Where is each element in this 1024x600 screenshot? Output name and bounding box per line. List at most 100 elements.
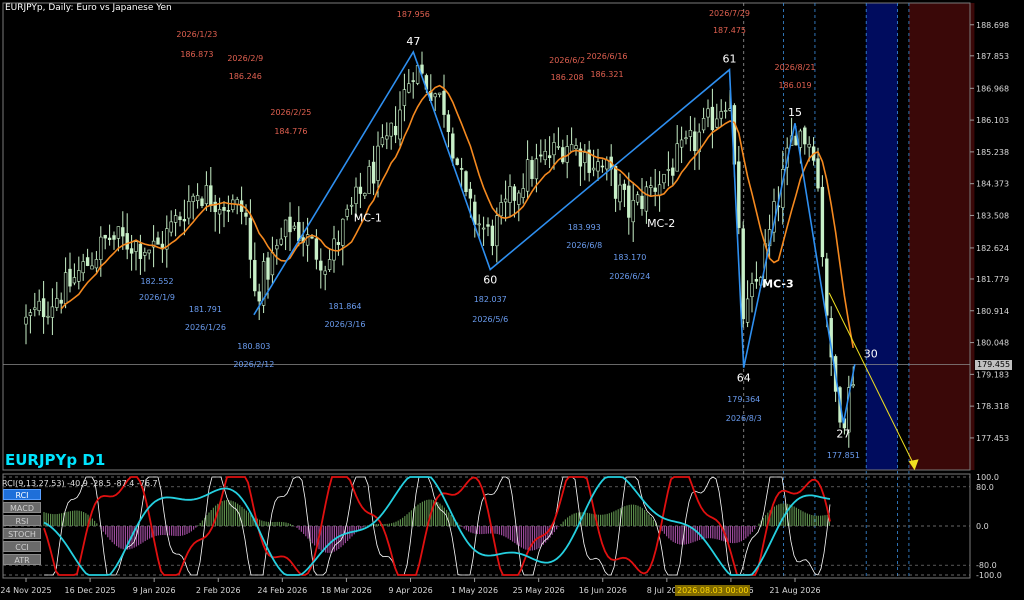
candle-body <box>820 186 825 258</box>
candle-body <box>226 209 231 212</box>
swing-date-label: 2026/6/24 <box>609 272 650 281</box>
candle-body <box>825 258 829 316</box>
indicator-button-rci[interactable]: RCI <box>3 489 41 500</box>
candle-body <box>231 199 235 211</box>
candle-body <box>486 224 490 227</box>
candle-body <box>94 259 99 269</box>
swing-price-label: 183.993 <box>568 223 601 232</box>
indicator-button-stoch[interactable]: STOCH <box>3 528 41 539</box>
candle-body <box>217 209 222 215</box>
candle-body <box>107 237 112 241</box>
candle-body <box>125 233 129 250</box>
candle-body <box>402 89 407 106</box>
rci-level-label: -100.0 <box>976 571 1002 580</box>
candle-body <box>477 223 481 226</box>
candle-body <box>46 315 50 318</box>
candle-body <box>737 161 741 228</box>
candle-body <box>574 145 578 150</box>
time-tick-label: 25 May 2026 <box>513 586 565 595</box>
indicator-button-cci[interactable]: CCI <box>3 541 41 552</box>
candle-body <box>552 142 556 156</box>
candle-body <box>169 221 173 233</box>
price-tick-label: 183.508 <box>976 211 1009 220</box>
price-tick-label: 188.698 <box>976 21 1009 30</box>
indicator-button-atr[interactable]: ATR <box>3 554 41 565</box>
swing-price-label: 186.019 <box>778 81 811 90</box>
candle-body <box>41 298 46 318</box>
swing-date-label: 2026/6/8 <box>566 241 602 250</box>
chart-stage[interactable]: 47 60 61 64 15 27 30 MC-1 MC-2 MC-3 2026/1/23 186.… <box>0 0 1024 600</box>
candle-body <box>319 260 323 271</box>
candle-body <box>750 283 754 298</box>
candle-body <box>376 145 380 181</box>
candle-body <box>547 155 552 159</box>
time-tick-label: 21 Aug 2026 <box>769 586 820 595</box>
candle-body <box>591 167 596 171</box>
candle-body <box>459 168 464 170</box>
swing-date-label: 2026/1/23 <box>176 30 217 39</box>
zigzag-point-label: 60 <box>483 273 497 286</box>
swing-price-label: 187.475 <box>713 26 746 35</box>
zigzag-point-label: 15 <box>788 106 802 119</box>
candle-body <box>345 208 349 217</box>
candle-body <box>222 207 226 211</box>
candle-body <box>446 114 451 132</box>
candle-body <box>81 261 85 274</box>
candle-body <box>147 249 151 254</box>
candle-body <box>143 252 147 256</box>
swing-price-label: 186.208 <box>551 73 584 82</box>
candle-body <box>349 204 354 207</box>
indicator-button-rsi[interactable]: RSI <box>3 515 41 526</box>
candle-body <box>116 226 121 239</box>
candle-body <box>59 299 63 304</box>
candle-body <box>495 215 499 247</box>
candle-body <box>182 219 187 222</box>
candle-body <box>640 195 644 209</box>
candle-body <box>358 186 363 194</box>
swing-price-label: 184.776 <box>274 127 307 136</box>
candle-body <box>807 143 811 148</box>
candle-body <box>464 171 468 193</box>
candle-body <box>323 270 327 275</box>
candle-body <box>314 238 319 260</box>
candle-body <box>24 316 28 325</box>
wave-label: MC-2 <box>647 217 675 230</box>
candle-body <box>178 216 182 220</box>
indicator-button-macd[interactable]: MACD <box>3 502 41 513</box>
candle-body <box>745 298 750 323</box>
price-tick-label: 186.103 <box>976 116 1009 125</box>
swing-date-label: 2026/8/3 <box>726 414 762 423</box>
candle-body <box>121 227 125 237</box>
candle-body <box>407 83 411 93</box>
candle-body <box>671 167 675 176</box>
rci-level-label: 0.0 <box>976 522 989 531</box>
candle-body <box>481 227 486 230</box>
candle-body <box>622 183 627 190</box>
candle-body <box>55 298 59 308</box>
candle-body <box>363 193 367 197</box>
price-tick-label: 185.238 <box>976 148 1009 157</box>
wave-label: MC-3 <box>762 277 794 290</box>
candle-body <box>354 186 358 204</box>
candle-body <box>248 217 253 260</box>
candle-body <box>468 188 473 199</box>
price-tick-label: 184.373 <box>976 180 1009 189</box>
zigzag-point-label: 47 <box>406 35 420 48</box>
candle-body <box>213 201 217 213</box>
candle-body <box>411 80 415 82</box>
candle-body <box>63 272 68 304</box>
time-tick-label: 24 Feb 2026 <box>257 586 307 595</box>
price-tick-label: 178.318 <box>976 402 1009 411</box>
swing-price-label: 182.037 <box>474 295 507 304</box>
candle-body <box>244 212 248 217</box>
candle-body <box>741 228 745 320</box>
candle-body <box>283 219 288 238</box>
candle-body <box>521 188 525 198</box>
swing-date-label: 2026/5/6 <box>472 315 508 324</box>
candle-body <box>37 300 41 311</box>
candle-body <box>433 93 437 98</box>
candle-body <box>451 133 455 159</box>
candle-body <box>257 291 261 302</box>
candle-body <box>389 122 393 137</box>
swing-price-label: 182.552 <box>140 277 173 286</box>
